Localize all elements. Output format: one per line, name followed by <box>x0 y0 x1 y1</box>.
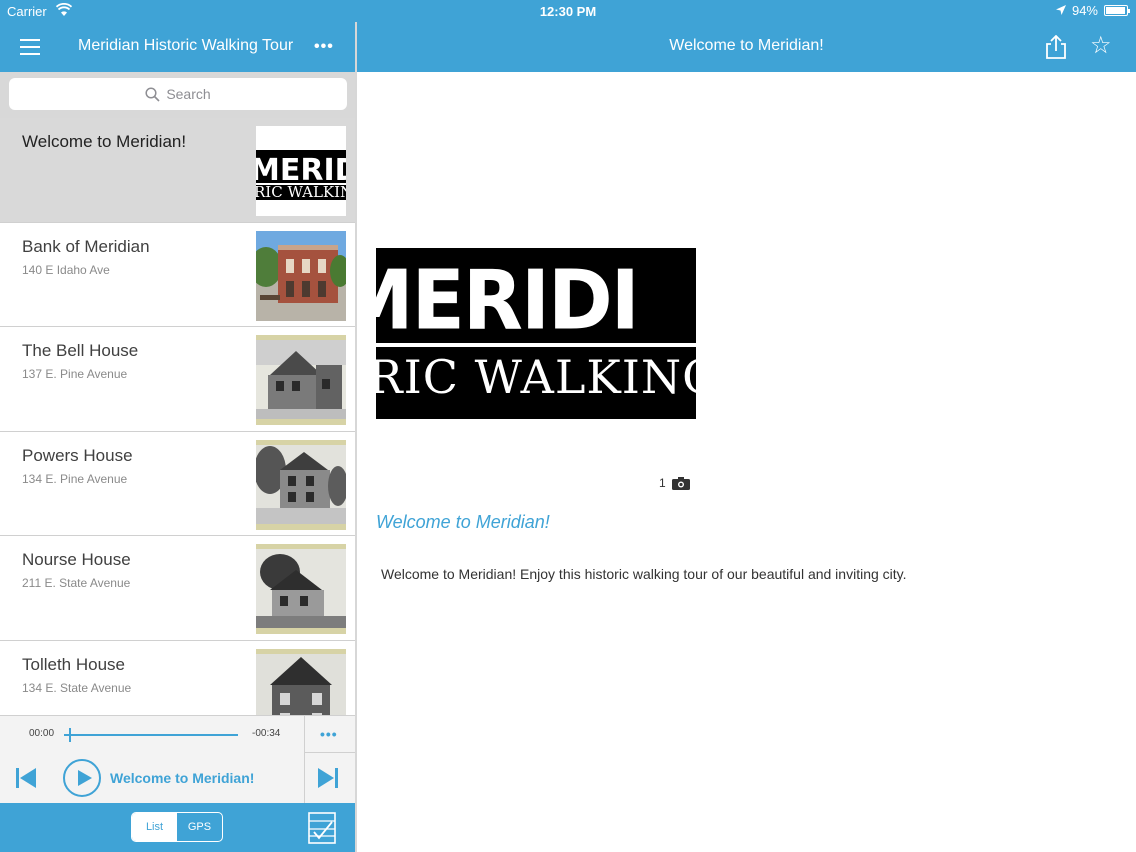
audio-player: 00:00 -00:34 ••• Welcome to Meridian! <box>0 715 355 804</box>
share-icon[interactable] <box>1045 34 1067 59</box>
battery-percent: 94% <box>1071 3 1098 18</box>
location-arrow-icon <box>1055 3 1066 18</box>
previous-track-icon[interactable] <box>14 766 38 790</box>
left-nav-bar: Meridian Historic Walking Tour ••• <box>0 22 356 72</box>
stop-address: 140 E Idaho Ave <box>22 262 110 277</box>
search-bar: Search <box>0 72 355 118</box>
camera-icon <box>671 476 690 490</box>
hero-logo-line2: RIC WALKING <box>376 350 696 404</box>
elapsed-time: 00:00 <box>29 728 55 739</box>
search-icon <box>145 86 160 102</box>
article-body: Welcome to Meridian! Enjoy this historic… <box>381 566 907 582</box>
stop-address: 211 E. State Avenue <box>22 576 131 590</box>
stop-address: 134 E. Pine Avenue <box>22 471 128 486</box>
app-root: Carrier 12:30 PM 94% Meridian Historic W… <box>0 0 1136 852</box>
stop-name: The Bell House <box>22 341 139 360</box>
player-more-icon[interactable]: ••• <box>320 726 338 742</box>
stop-thumbnail: MERIDI RIC WALKING <box>256 126 346 216</box>
status-bar: Carrier 12:30 PM 94% <box>0 0 1136 22</box>
tour-title: Meridian Historic Walking Tour <box>78 37 294 54</box>
status-right: 94% <box>1055 3 1130 18</box>
hero-image[interactable]: MERIDI RIC WALKING <box>376 248 696 419</box>
photo-count[interactable]: 1 <box>659 476 690 490</box>
status-time: 12:30 PM <box>539 4 597 19</box>
page-title: Welcome to Meridian! <box>669 37 824 54</box>
list-item[interactable]: Nourse House 211 E. State Avenue <box>0 536 355 641</box>
play-button[interactable] <box>63 759 101 797</box>
gps-view-tab[interactable]: GPS <box>177 813 222 841</box>
list-item[interactable]: Welcome to Meridian! MERIDI RIC WALKING <box>0 118 355 223</box>
list-item[interactable]: Tolleth House 134 E. State Avenue <box>0 640 355 715</box>
view-mode-segmented-control: List GPS <box>131 812 223 842</box>
menu-icon[interactable] <box>20 39 40 55</box>
next-track-icon[interactable] <box>316 766 340 790</box>
progress-slider-handle[interactable] <box>69 728 72 742</box>
list-item[interactable]: Bank of Meridian 140 E Idaho Ave <box>0 222 355 327</box>
search-placeholder: Search <box>166 86 211 102</box>
hero-logo-band <box>376 343 696 347</box>
bottom-tab-bar: List GPS <box>0 803 355 852</box>
progress-track[interactable] <box>64 734 238 736</box>
stop-thumbnail <box>256 439 346 530</box>
article-title: Welcome to Meridian! <box>376 512 550 532</box>
battery-icon <box>1104 5 1130 16</box>
favorite-star-icon[interactable]: ☆ <box>1090 34 1112 58</box>
stop-name: Nourse House <box>22 550 131 569</box>
svg-text:RIC WALKING: RIC WALKING <box>256 183 346 201</box>
list-item[interactable]: The Bell House 137 E. Pine Avenue <box>0 327 355 432</box>
player-separator <box>304 716 305 804</box>
stop-list: Welcome to Meridian! MERIDI RIC WALKING … <box>0 118 355 715</box>
right-nav-bar: Welcome to Meridian! ☆ <box>357 22 1136 72</box>
stop-name: Bank of Meridian <box>22 236 150 256</box>
search-input[interactable]: Search <box>9 78 347 110</box>
hero-logo-line1: MERIDI <box>376 253 640 349</box>
remaining-time: -00:34 <box>252 728 281 739</box>
more-options-icon[interactable]: ••• <box>314 38 334 56</box>
photo-count-number: 1 <box>659 476 666 490</box>
player-separator <box>304 752 355 753</box>
stop-address: 134 E. State Avenue <box>22 680 132 695</box>
checklist-icon[interactable] <box>308 812 336 844</box>
stop-name: Welcome to Meridian! <box>22 132 187 151</box>
now-playing-title: Welcome to Meridian! <box>110 770 255 786</box>
list-item[interactable]: Powers House 134 E. Pine Avenue <box>0 431 355 536</box>
stop-name: Powers House <box>22 445 133 465</box>
stop-thumbnail <box>256 230 346 321</box>
stop-name: Tolleth House <box>22 654 126 674</box>
stop-thumbnail <box>256 648 346 715</box>
list-view-tab[interactable]: List <box>132 813 177 841</box>
stop-thumbnail <box>256 335 346 425</box>
stop-address: 137 E. Pine Avenue <box>22 367 128 381</box>
detail-content: MERIDI RIC WALKING 1 Welcome to Meridian… <box>357 72 1136 852</box>
stop-thumbnail <box>256 544 346 634</box>
